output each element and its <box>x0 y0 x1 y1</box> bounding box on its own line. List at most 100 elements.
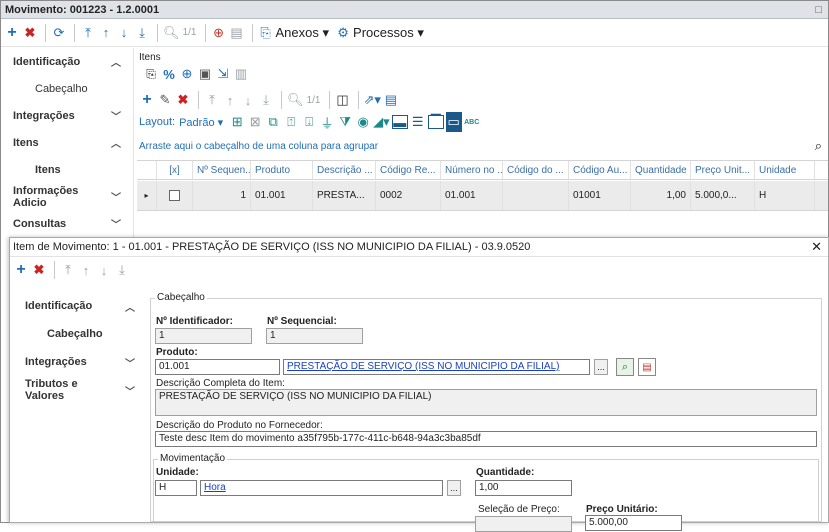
move-down-icon[interactable]: ↓ <box>96 260 112 280</box>
add-icon[interactable]: + <box>4 23 20 43</box>
column-header[interactable]: Produto <box>251 161 313 179</box>
unidade-code-field[interactable]: H <box>155 480 197 496</box>
gear-icon[interactable]: ⚙ <box>335 23 351 43</box>
grid-icon[interactable]: ⊞ <box>229 112 245 132</box>
columns-icon[interactable]: ◫ <box>335 90 351 110</box>
nav-integracoes[interactable]: Integrações ﹀ <box>1 102 133 129</box>
move-up-icon[interactable]: ↑ <box>222 90 238 110</box>
nav-cabecalho[interactable]: Cabeçalho <box>10 320 147 348</box>
abc-icon[interactable]: ABC <box>464 112 480 132</box>
attachment-icon[interactable]: ⎘ <box>258 23 274 43</box>
processos-menu[interactable]: Processos ▾ <box>353 23 424 43</box>
column-header[interactable]: Código do ... <box>503 161 569 179</box>
nseq-field[interactable]: 1 <box>266 328 363 344</box>
unidade-desc-link[interactable]: Hora <box>204 482 226 493</box>
nav-identificacao[interactable]: Identificação ︿ <box>10 292 147 320</box>
row-checkbox[interactable] <box>169 190 180 201</box>
funnel-icon[interactable]: ⧩ <box>337 112 353 132</box>
delete-icon[interactable]: ✖ <box>31 260 47 280</box>
move-first-icon[interactable]: ⤒ <box>204 90 220 110</box>
anexos-menu[interactable]: Anexos ▾ <box>276 23 330 43</box>
down-box-icon[interactable]: ⍗ <box>301 112 317 132</box>
fill-icon[interactable]: ◉ <box>355 112 371 132</box>
zoom-icon[interactable]: ⊕ <box>211 23 227 43</box>
column-header[interactable]: Quantidade <box>631 161 691 179</box>
nav-tributos-label: Tributos e Valores <box>25 378 78 402</box>
column-header[interactable]: Preço Unit... <box>691 161 755 179</box>
barcode-icon[interactable]: ▥ <box>233 64 249 84</box>
column-header[interactable]: Código Au... <box>569 161 631 179</box>
nid-field[interactable]: 1 <box>155 328 252 344</box>
open-link-icon[interactable]: ⇗▾ <box>364 90 381 110</box>
chart-icon[interactable]: ◢▾ <box>373 112 390 132</box>
restore-icon[interactable]: □ <box>815 4 822 16</box>
up-box-icon[interactable]: ⍐ <box>283 112 299 132</box>
nav-itens-sub[interactable]: Itens <box>1 156 133 183</box>
separator <box>204 23 206 42</box>
view-bottom-icon[interactable]: ▬ <box>391 115 408 130</box>
nav-tributos[interactable]: Tributos e Valores ﹀ <box>10 376 147 404</box>
search-icon[interactable]: 🔍︎ <box>287 90 304 110</box>
separator <box>281 91 282 109</box>
column-header[interactable]: [x] <box>157 161 193 179</box>
copy-icon[interactable]: ⎘ <box>143 64 159 84</box>
column-header[interactable]: Nº Sequen... <box>193 161 251 179</box>
move-down-icon[interactable]: ↓ <box>240 90 256 110</box>
nav-itens[interactable]: Itens ︿ <box>1 129 133 156</box>
nav-integracoes[interactable]: Integrações ﹀ <box>10 348 147 376</box>
filter-icon[interactable]: ▤ <box>229 23 245 43</box>
view-active-icon[interactable]: ▭ <box>445 112 462 132</box>
column-header[interactable]: Código Re... <box>376 161 441 179</box>
view-top-icon[interactable]: ▔ <box>427 114 444 129</box>
grid-search-icon[interactable]: ⌕ <box>815 138 822 154</box>
search-product-icon[interactable]: ⌕ <box>616 358 634 376</box>
grid-disabled-icon[interactable]: ⊠ <box>247 112 263 132</box>
zoom-icon[interactable]: ⊕ <box>179 64 195 84</box>
delete-icon[interactable]: ✖ <box>175 90 191 110</box>
preco-unit-field[interactable]: 5.000,00 <box>585 515 682 531</box>
layout-dropdown[interactable]: Padrão ▾ <box>179 116 223 129</box>
nav-informacoes[interactable]: Informações Adicio ﹀ <box>1 183 133 210</box>
document-icon[interactable]: ▤ <box>383 90 399 110</box>
move-last-icon[interactable]: ⤓ <box>258 90 274 110</box>
desc-completa-field[interactable]: PRESTAÇÃO DE SERVIÇO (ISS NO MUNICIPIO D… <box>155 389 817 416</box>
produto-lookup-button[interactable]: ... <box>594 359 608 375</box>
move-last-icon[interactable]: ⤓ <box>134 23 150 43</box>
product-details-icon[interactable]: ▤ <box>638 358 656 376</box>
nav-consultas[interactable]: Consultas ﹀ <box>1 210 133 237</box>
edit-icon[interactable]: ✎ <box>157 90 173 110</box>
export-icon[interactable]: ⇲ <box>215 64 231 84</box>
desc-fornecedor-field[interactable]: Teste desc Item do movimento a35f795b-17… <box>155 431 817 447</box>
expand-icon[interactable]: ⧉ <box>265 112 281 132</box>
move-last-icon[interactable]: ⤓ <box>114 260 130 280</box>
group-hint[interactable]: Arraste aqui o cabeçalho de uma coluna p… <box>139 141 378 152</box>
refresh-icon[interactable]: ⟳ <box>51 23 67 43</box>
nav-identificacao[interactable]: Identificação ︿ <box>1 48 133 75</box>
move-first-icon[interactable]: ⤒ <box>80 23 96 43</box>
table-row[interactable]: ▸ 1 01.001 PRESTA... 0002 01.001 01001 1… <box>137 181 828 211</box>
move-first-icon[interactable]: ⤒ <box>60 260 76 280</box>
percent-icon[interactable]: % <box>161 64 177 84</box>
produto-code-field[interactable]: 01.001 <box>155 359 280 375</box>
quantidade-field[interactable]: 1,00 <box>475 480 572 496</box>
move-down-icon[interactable]: ↓ <box>116 23 132 43</box>
nav-cabecalho[interactable]: Cabeçalho <box>1 75 133 102</box>
column-header[interactable]: Descrição ... <box>313 161 376 179</box>
column-header[interactable]: Unidade <box>755 161 815 179</box>
view-split-icon[interactable]: ☰ <box>410 112 426 132</box>
add-icon[interactable]: + <box>139 90 155 110</box>
produto-desc-field[interactable]: PRESTAÇÃO DE SERVIÇO (ISS NO MUNICIPIO D… <box>283 359 590 375</box>
selecao-preco-field[interactable] <box>475 516 572 532</box>
unidade-lookup-button[interactable]: ... <box>447 480 461 496</box>
delete-icon[interactable]: ✖ <box>22 23 38 43</box>
document-icon[interactable]: ▣ <box>197 64 213 84</box>
move-up-icon[interactable]: ↑ <box>98 23 114 43</box>
add-icon[interactable]: + <box>13 260 29 280</box>
produto-desc-link[interactable]: PRESTAÇÃO DE SERVIÇO (ISS NO MUNICIPIO D… <box>287 361 559 372</box>
search-icon[interactable]: 🔍︎ <box>163 23 180 43</box>
unidade-desc-field[interactable]: Hora <box>200 480 443 496</box>
close-icon[interactable]: ✕ <box>811 239 822 255</box>
move-up-icon[interactable]: ↑ <box>78 260 94 280</box>
pin-icon[interactable]: ⏚ <box>319 112 335 132</box>
column-header[interactable]: Número no ... <box>441 161 503 179</box>
